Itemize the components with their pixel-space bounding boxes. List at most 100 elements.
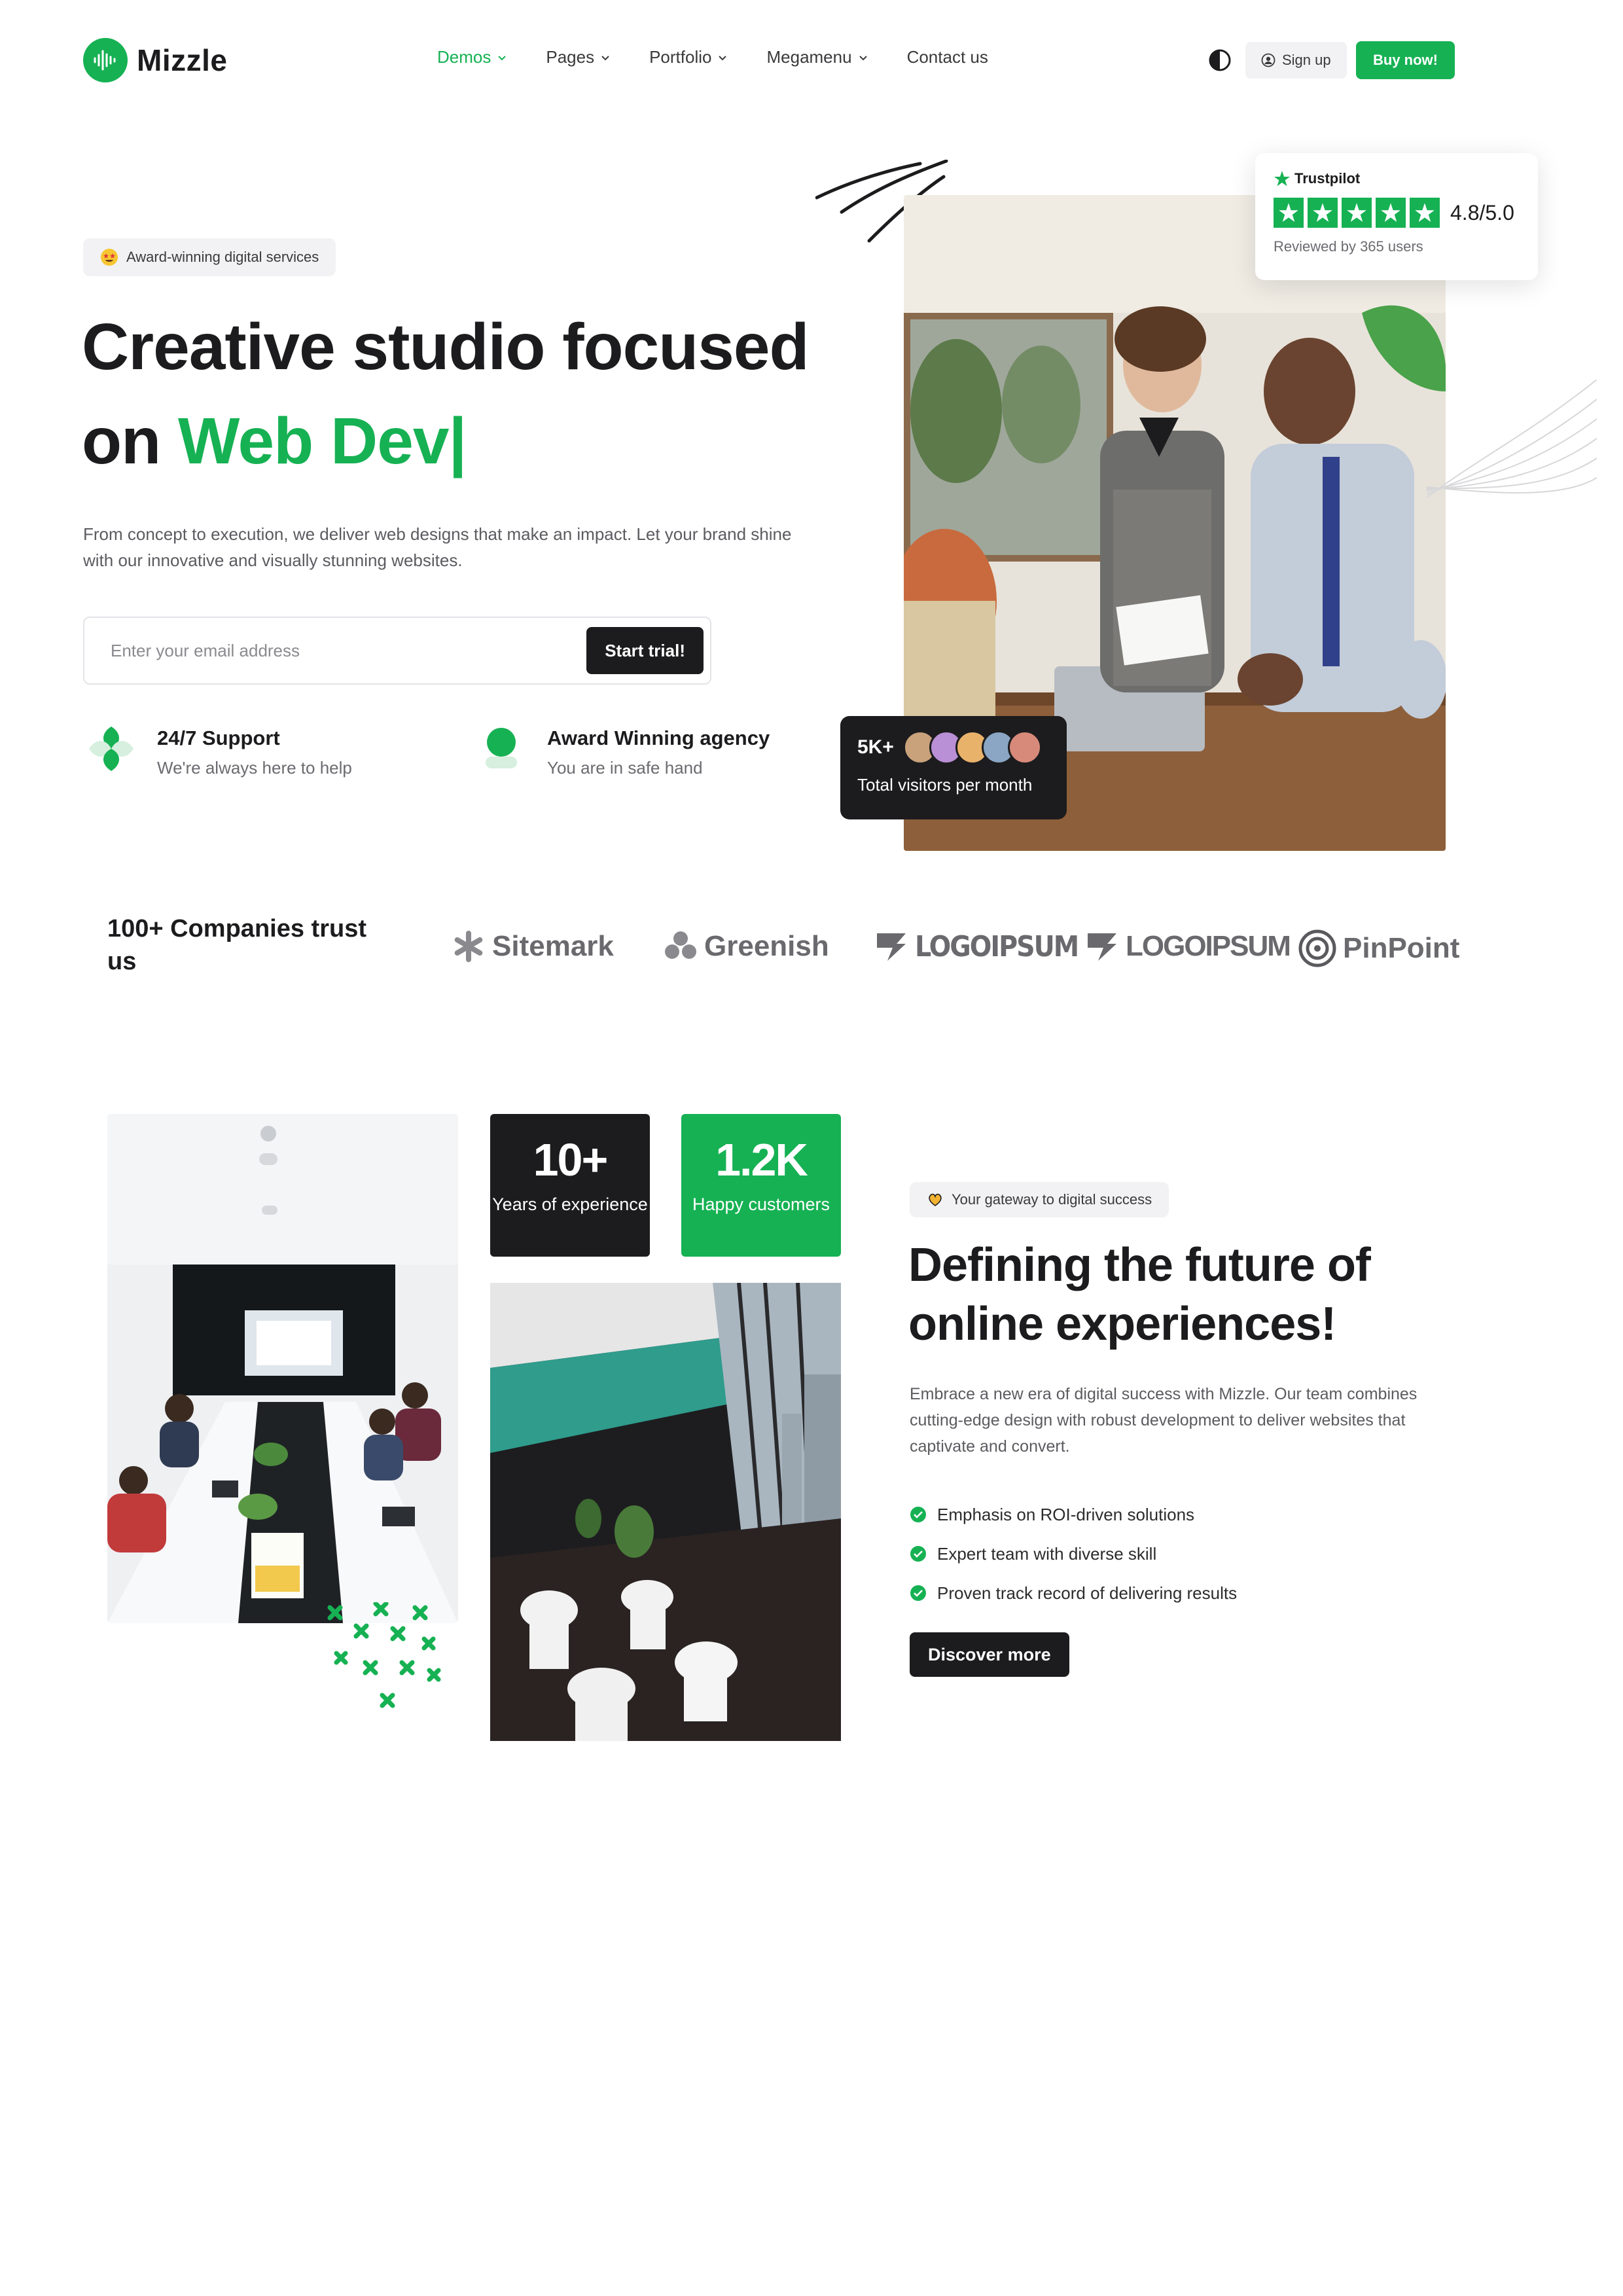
trustpilot-header: Trustpilot — [1274, 170, 1520, 187]
trustpilot-brand: Trustpilot — [1294, 170, 1361, 187]
star-icon — [1342, 198, 1372, 228]
brand-logo[interactable]: Mizzle — [83, 38, 227, 82]
nav-item-pages[interactable]: Pages — [546, 47, 611, 67]
trustpilot-score: 4.8/5.0 — [1450, 200, 1514, 224]
avatar-group — [902, 730, 1042, 764]
start-trial-button[interactable]: Start trial! — [586, 627, 704, 674]
brand-name: Mizzle — [137, 43, 228, 77]
brand-logo-text: LOGOIPSUM — [1126, 930, 1291, 962]
list-item-text: Proven track record of delivering result… — [937, 1583, 1238, 1603]
feature-subtitle: You are in safe hand — [547, 758, 703, 778]
award-badge-text: Award-winning digital services — [126, 249, 319, 265]
nav-item-megamenu[interactable]: Megamenu — [766, 47, 868, 67]
list-item-text: Emphasis on ROI-driven solutions — [937, 1504, 1195, 1524]
brand-logo-logoipsum: LOGOIPSUM — [874, 929, 1079, 963]
signup-label: Sign up — [1282, 52, 1331, 68]
brand-logo-logoipsum: LOGOIPSUM — [1085, 929, 1291, 963]
about-description: Embrace a new era of digital success wit… — [910, 1385, 1418, 1456]
cross-pattern-decoration — [327, 1602, 441, 1708]
meeting-room-photo — [107, 1114, 458, 1623]
trustpilot-rating: 4.8/5.0 — [1274, 198, 1520, 228]
logoipsum-icon — [877, 933, 906, 961]
soundwave-icon — [83, 38, 128, 82]
brand-logo-greenish: Greenish — [664, 929, 829, 963]
sitemark-icon — [454, 931, 483, 962]
stat-value: 10+ — [533, 1134, 609, 1185]
check-badge-icon — [910, 1585, 926, 1601]
list-item: Expert team with diverse skill — [910, 1534, 1237, 1573]
nav-label: Pages — [546, 47, 595, 67]
greenish-icon — [665, 931, 696, 959]
gateway-badge-text: Your gateway to digital success — [952, 1191, 1152, 1208]
hero-title: Creative studio focused on Web Dev| — [82, 300, 867, 488]
trustpilot-reviewed: Reviewed by 365 users — [1274, 238, 1423, 255]
chevron-down-icon — [601, 55, 609, 60]
stat-years: 10+ Years of experience — [490, 1114, 650, 1257]
brand-logo-text: Sitemark — [492, 930, 614, 962]
pinpoint-icon — [1298, 929, 1336, 967]
star-icon — [1308, 198, 1338, 228]
user-shield-icon — [486, 728, 517, 768]
chevron-down-icon — [719, 55, 727, 60]
feature-subtitle: We're always here to help — [157, 758, 352, 778]
nav-item-demos[interactable]: Demos — [437, 47, 508, 67]
visitors-label: Total visitors per month — [857, 775, 1033, 795]
email-input[interactable] — [111, 640, 587, 661]
leaf-globe-icon — [89, 726, 134, 771]
brand-logo-sitemark: Sitemark — [452, 929, 614, 963]
star-icon — [1410, 198, 1440, 228]
hero-title-line1: Creative studio focused — [82, 310, 810, 384]
nav-label: Demos — [437, 47, 491, 67]
chevron-down-icon — [859, 55, 867, 60]
list-item: Proven track record of delivering result… — [910, 1573, 1237, 1613]
visitors-card: 5K+ Total visitors per month — [840, 716, 1067, 819]
wave-lines-decoration — [1427, 380, 1597, 498]
award-badge: Award-winning digital services — [83, 238, 336, 276]
stat-label: Years of experience — [492, 1194, 648, 1214]
main-nav: Demos Pages Portfolio Megamenu Contact u… — [437, 47, 1026, 67]
email-signup-form: Start trial! — [83, 617, 711, 685]
hero-description: From concept to execution, we deliver we… — [83, 524, 792, 570]
nav-item-portfolio[interactable]: Portfolio — [649, 47, 728, 67]
nav-item-contact[interactable]: Contact us — [907, 47, 988, 67]
stat-value: 1.2K — [715, 1134, 808, 1185]
office-lounge-photo — [490, 1283, 841, 1741]
feature-award: Award Winning agency You are in safe han… — [476, 724, 770, 778]
nav-label: Portfolio — [649, 47, 712, 67]
stat-label: Happy customers — [692, 1194, 830, 1214]
heart-hands-icon — [929, 1193, 942, 1206]
buy-now-button[interactable]: Buy now! — [1356, 41, 1455, 79]
star-eyes-emoji-icon — [101, 249, 118, 266]
brand-logo-text: LOGOIPSUM — [915, 929, 1079, 963]
list-item: Emphasis on ROI-driven solutions — [910, 1495, 1237, 1534]
chevron-down-icon — [498, 55, 507, 60]
logoipsum-icon — [1088, 933, 1116, 961]
nav-label: Contact us — [906, 47, 988, 67]
list-item-text: Expert team with diverse skill — [937, 1543, 1157, 1564]
theme-toggle-icon[interactable] — [1208, 48, 1232, 72]
star-icon — [1274, 171, 1290, 187]
discover-more-button[interactable]: Discover more — [910, 1632, 1069, 1677]
brand-logo-pinpoint: PinPoint — [1298, 929, 1459, 967]
brand-logo-text: PinPoint — [1343, 932, 1460, 964]
star-icon — [1376, 198, 1406, 228]
visitors-count: 5K+ — [857, 736, 894, 758]
feature-title: Award Winning agency — [547, 726, 770, 749]
avatar — [1007, 730, 1042, 764]
star-icon — [1274, 198, 1304, 228]
feature-title: 24/7 Support — [157, 726, 280, 749]
feature-list: Emphasis on ROI-driven solutions Expert … — [910, 1495, 1237, 1613]
stat-customers: 1.2K Happy customers — [681, 1114, 841, 1257]
nav-label: Megamenu — [766, 47, 852, 67]
user-icon — [1261, 53, 1275, 67]
hero-title-highlight: Web Dev| — [177, 404, 467, 478]
trustpilot-card: Trustpilot 4.8/5.0 Reviewed by 365 users — [1255, 153, 1538, 280]
check-badge-icon — [910, 1546, 926, 1562]
brand-logo-text: Greenish — [704, 930, 829, 962]
about-title: Defining the future of online experience… — [908, 1239, 1371, 1350]
feature-support: 24/7 Support We're always here to help — [86, 724, 352, 778]
gateway-badge: Your gateway to digital success — [910, 1182, 1169, 1217]
signup-button[interactable]: Sign up — [1245, 42, 1347, 79]
hero-title-prefix: on — [82, 404, 178, 478]
check-badge-icon — [910, 1507, 926, 1522]
